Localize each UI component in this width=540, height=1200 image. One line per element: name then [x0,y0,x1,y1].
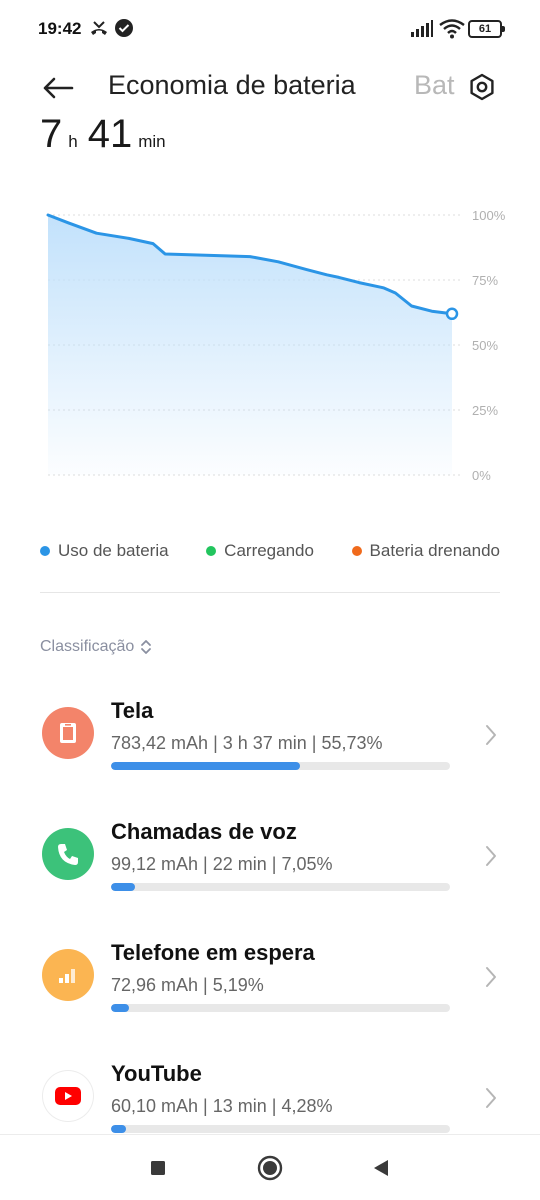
app-name: Telefone em espera [111,940,315,965]
wifi-icon [439,19,465,44]
app-stats: 783,42 mAh | 3 h 37 min | 55,73% [111,733,383,753]
app-stats: 99,12 mAh | 22 min | 7,05% [111,854,333,874]
check-circle-icon [114,18,134,43]
chevron-right-icon [486,1088,496,1108]
battery-usage-chart: 100% 75% 50% 25% 0% [46,208,506,483]
battery-icon: 61 [468,20,505,38]
usage-bar-fill [111,1004,129,1012]
usage-bar [111,762,450,770]
youtube-icon [42,1070,94,1122]
app-name: Chamadas de voz [111,819,297,844]
usage-bar [111,1125,450,1133]
status-bar: 19:42 61 [0,0,540,60]
chart-legend: Uso de bateria Carregando Bateria drenan… [40,541,500,561]
legend-label: Uso de bateria [58,541,169,560]
chevron-right-icon [486,967,496,987]
list-item-phone-idle[interactable]: Telefone em espera 72,96 mAh | 5,19% [0,922,540,1043]
remaining-hours: 7 [40,112,63,156]
legend-dot [40,546,50,556]
current-level-marker [445,307,459,321]
home-button[interactable] [255,1153,285,1183]
page-title: Economia de bateria [108,70,356,100]
sort-label: Classificação [40,638,135,655]
phone-icon [42,828,94,880]
y-tick-label: 0% [472,468,491,483]
legend-dot [351,546,362,556]
usage-bar-fill [111,1125,126,1133]
legend-charging: Carregando [206,541,314,561]
recents-button[interactable] [143,1153,173,1183]
recents-square-icon [151,1161,165,1175]
y-tick-label: 100% [472,208,506,223]
usage-bar-fill [111,883,135,891]
signal-icon [410,20,434,43]
tab-battery[interactable]: Bat [414,70,460,101]
remaining-minutes: 41 [87,112,133,156]
series-area [48,215,452,475]
legend-dot [206,546,217,556]
y-tick-label: 75% [472,273,498,288]
signal-bars-icon [42,949,94,1001]
app-name: YouTube [111,1061,202,1086]
app-name: Tela [111,698,154,723]
remaining-hours-unit: h [68,132,78,151]
settings-button[interactable] [462,67,502,107]
usage-bar [111,1004,450,1012]
sort-selector[interactable]: Classificação [40,638,152,656]
chevron-right-icon [486,846,496,866]
chevron-right-icon [486,725,496,745]
nav-back-button[interactable] [366,1153,396,1183]
status-time: 19:42 [38,19,82,38]
arrow-left-icon [43,77,74,99]
gear-icon [470,73,494,101]
y-tick-label: 25% [472,403,498,418]
y-tick-label: 50% [472,338,498,353]
sort-updown-icon [141,640,152,654]
app-usage-list: Tela 783,42 mAh | 3 h 37 min | 55,73% Ch… [0,680,540,1164]
app-stats: 72,96 mAh | 5,19% [111,975,264,995]
legend-battery-usage: Uso de bateria [40,541,169,561]
legend-label: Bateria drenando [369,541,500,560]
divider [40,592,500,593]
missed-call-icon [88,18,110,45]
back-button[interactable] [38,68,78,108]
app-stats: 60,10 mAh | 13 min | 4,28% [111,1096,333,1116]
usage-bar-fill [111,762,300,770]
screen-icon [42,707,94,759]
legend-draining: Bateria drenando [351,541,500,561]
navigation-bar [0,1134,540,1200]
list-item-screen[interactable]: Tela 783,42 mAh | 3 h 37 min | 55,73% [0,680,540,801]
usage-bar [111,883,450,891]
home-circle-icon [257,1155,283,1181]
legend-label: Carregando [224,541,314,560]
back-triangle-icon [374,1160,388,1176]
list-item-voice-calls[interactable]: Chamadas de voz 99,12 mAh | 22 min | 7,0… [0,801,540,922]
remaining-minutes-unit: min [138,132,166,151]
remaining-time: 7 h 41 min [40,112,170,157]
